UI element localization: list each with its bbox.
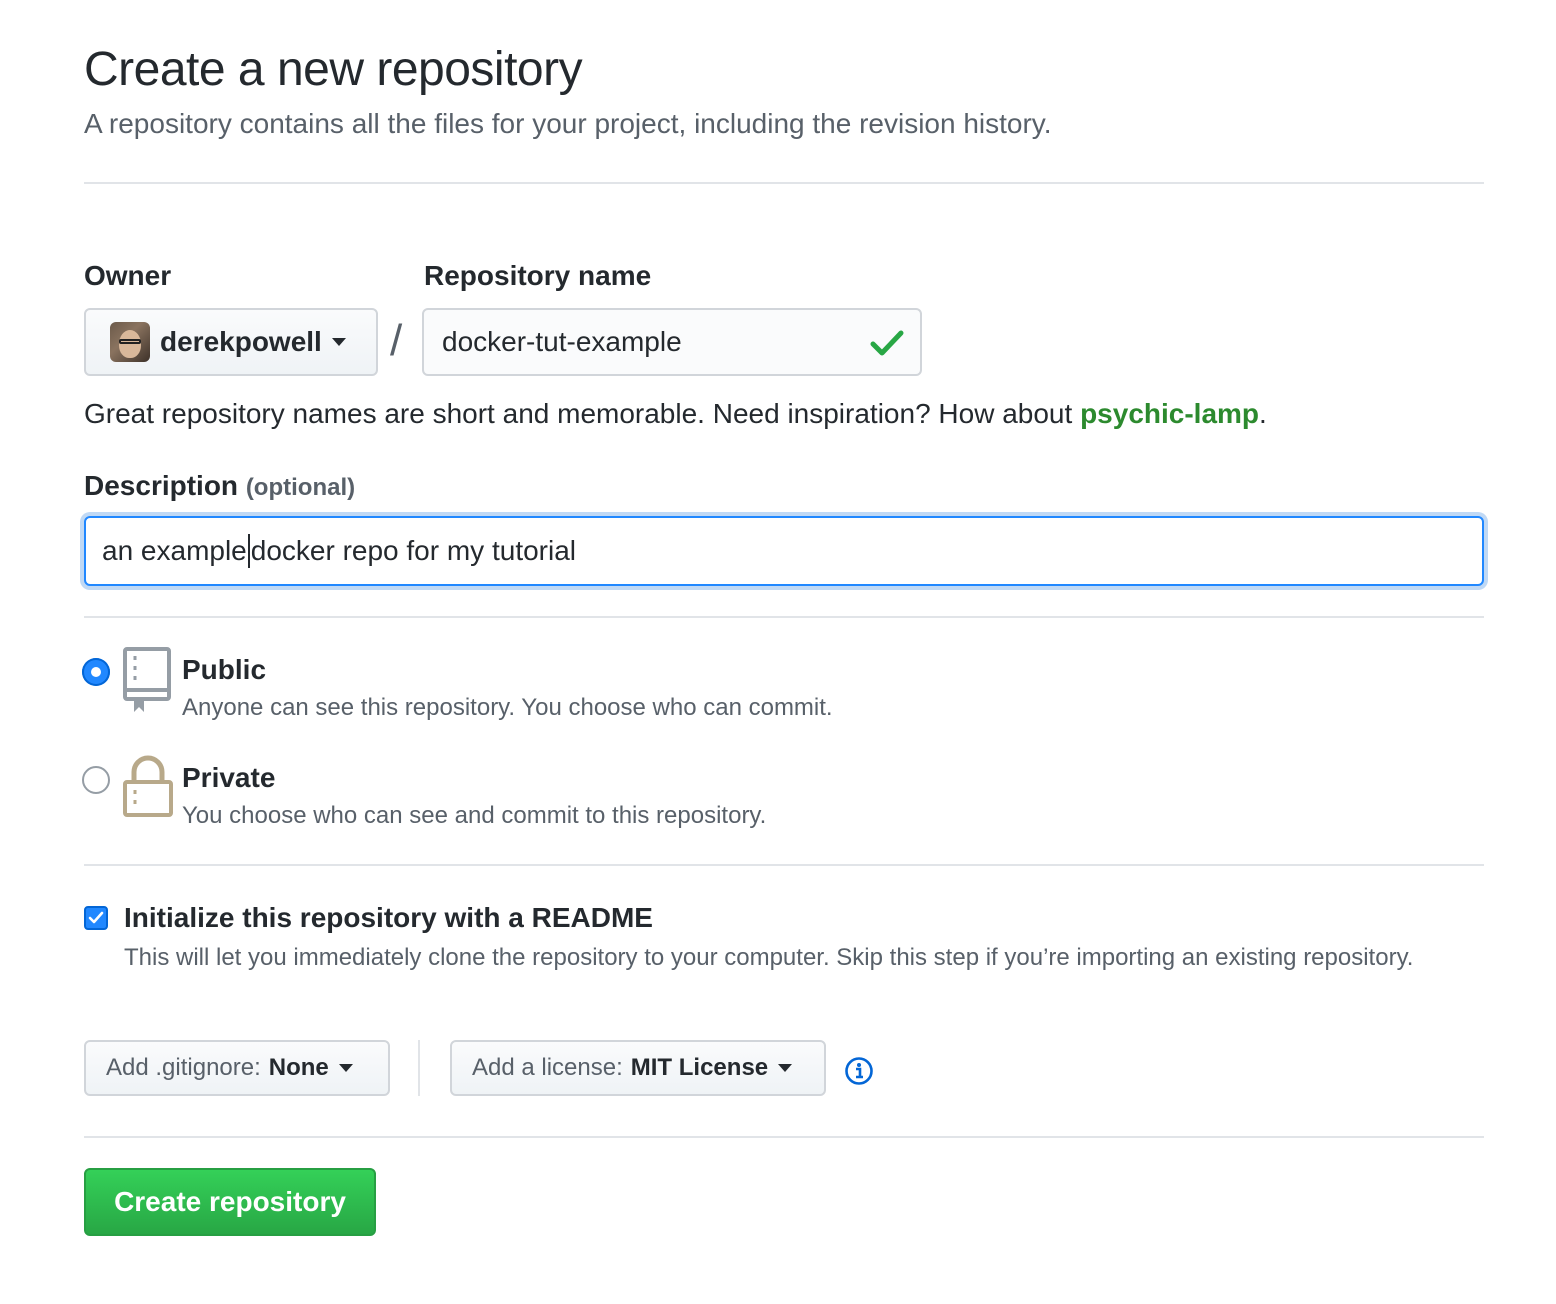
public-radio[interactable]: [82, 658, 110, 686]
info-icon[interactable]: [844, 1056, 874, 1086]
name-suggestion-link[interactable]: psychic-lamp: [1080, 398, 1259, 429]
private-title: Private: [182, 762, 276, 793]
repository-name-input[interactable]: docker-tut-example: [422, 308, 922, 376]
check-icon: [870, 330, 904, 356]
chevron-down-icon: [331, 338, 346, 346]
chevron-down-icon: [778, 1064, 793, 1072]
vertical-divider: [418, 1040, 420, 1096]
divider: [84, 182, 1484, 184]
lock-icon: [123, 755, 173, 817]
text-cursor: [247, 534, 250, 568]
avatar: [110, 322, 150, 362]
owner-select-button[interactable]: derekpowell: [84, 308, 378, 376]
private-radio[interactable]: [82, 766, 110, 794]
readme-title: Initialize this repository with a README: [124, 902, 653, 933]
page-title: Create a new repository: [84, 43, 583, 96]
public-title: Public: [182, 654, 267, 685]
public-description: Anyone can see this repository. You choo…: [182, 694, 833, 721]
divider: [84, 616, 1484, 618]
name-hint: Great repository names are short and mem…: [84, 398, 1267, 429]
readme-description: This will let you immediately clone the …: [124, 944, 1414, 971]
create-repository-button[interactable]: Create repository: [84, 1168, 376, 1236]
license-select-button[interactable]: Add a license: MIT License: [450, 1040, 826, 1096]
divider: [84, 1136, 1484, 1138]
page-subtitle: A repository contains all the files for …: [84, 108, 1052, 139]
owner-label: Owner: [84, 260, 172, 291]
divider: [84, 864, 1484, 866]
description-input[interactable]: an example docker repo for my tutorial: [84, 516, 1484, 586]
private-description: You choose who can see and commit to thi…: [182, 802, 767, 829]
checkbox-check-icon: [88, 911, 104, 924]
description-label: Description (optional): [84, 470, 356, 501]
repository-name-label: Repository name: [424, 260, 652, 291]
optional-tag: (optional): [245, 474, 356, 501]
repository-name-value: docker-tut-example: [442, 326, 682, 357]
owner-name: derekpowell: [160, 326, 322, 357]
repo-book-icon: [123, 647, 171, 712]
gitignore-select-button[interactable]: Add .gitignore: None: [84, 1040, 390, 1096]
chevron-down-icon: [338, 1064, 353, 1072]
owner-repo-separator: /: [390, 316, 403, 365]
readme-checkbox[interactable]: [84, 906, 108, 930]
